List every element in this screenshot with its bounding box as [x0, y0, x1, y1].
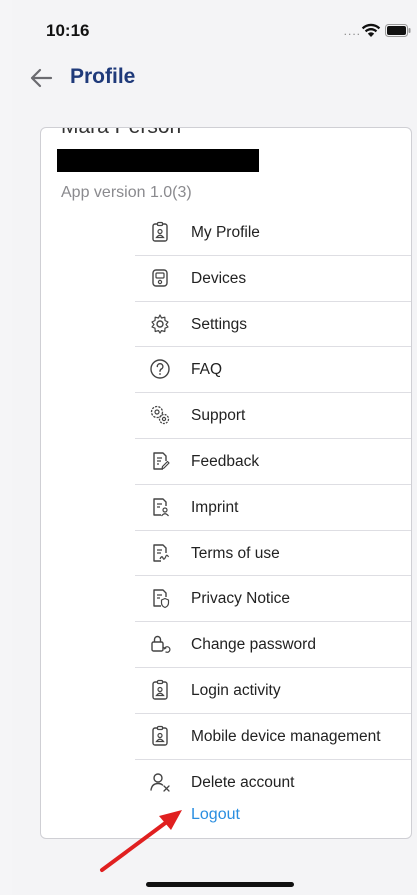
menu-item-faq[interactable]: FAQ	[135, 347, 411, 394]
profile-screen: 10:16 .... Profile Mara Person App versi…	[12, 0, 417, 895]
menu-item-my-profile[interactable]: My Profile	[135, 210, 411, 256]
menu-item-mobile-device-management[interactable]: Mobile device management	[135, 714, 411, 760]
menu-item-change-password[interactable]: Change password	[135, 622, 411, 668]
question-icon	[150, 359, 170, 380]
menu-label: Login activity	[191, 681, 281, 699]
menu-label: Support	[191, 407, 246, 425]
menu-label: Feedback	[191, 452, 260, 470]
menu-label: Terms of use	[191, 544, 280, 562]
menu-item-settings[interactable]: Settings	[135, 302, 411, 348]
menu-label: Imprint	[191, 498, 239, 516]
status-bar: 10:16 ....	[12, 0, 417, 56]
device-icon	[152, 269, 168, 287]
document-sign-icon	[153, 543, 170, 562]
menu-item-devices[interactable]: Devices	[135, 256, 411, 302]
menu-item-support[interactable]: Support	[135, 393, 411, 439]
logout-button[interactable]: Logout	[191, 806, 240, 824]
menu-label: Privacy Notice	[191, 590, 291, 608]
menu-item-delete-account[interactable]: Delete account	[135, 760, 411, 805]
menu-label: Mobile device management	[191, 727, 381, 745]
menu-item-privacy-notice[interactable]: Privacy Notice	[135, 576, 411, 623]
user-name: Mara Person	[61, 128, 181, 139]
document-shield-icon	[153, 589, 170, 609]
menu-label: Change password	[191, 636, 316, 654]
menu-label: Devices	[191, 269, 247, 287]
menu-item-login-activity[interactable]: Login activity	[135, 668, 411, 714]
document-edit-icon	[153, 452, 170, 470]
badge-icon	[152, 725, 168, 746]
menu-label: Delete account	[191, 773, 295, 791]
menu-item-imprint[interactable]: Imprint	[135, 485, 411, 531]
menu-label: Settings	[191, 315, 248, 333]
menu-label: FAQ	[191, 361, 223, 379]
redacted-email	[57, 149, 259, 172]
home-indicator	[146, 882, 294, 887]
signal-dots: ....	[343, 24, 361, 38]
document-person-icon	[153, 498, 169, 517]
arrow-left-icon[interactable]	[28, 65, 54, 91]
page-title: Profile	[70, 65, 136, 88]
app-version: App version 1.0(3)	[61, 184, 192, 201]
menu-item-terms-of-use[interactable]: Terms of use	[135, 531, 411, 577]
annotation-arrow	[100, 810, 182, 872]
gear-icon	[151, 313, 169, 334]
user-remove-icon	[150, 772, 170, 792]
support-gears-icon	[150, 406, 170, 425]
badge-icon	[152, 221, 168, 242]
menu-item-feedback[interactable]: Feedback	[135, 439, 411, 485]
menu-label: My Profile	[191, 224, 260, 241]
lock-refresh-icon	[151, 636, 171, 654]
wifi-icon	[361, 23, 381, 37]
battery-icon	[385, 24, 411, 37]
badge-icon	[152, 679, 168, 700]
nav-header: Profile	[12, 56, 417, 104]
profile-menu: My Profile Devices Settings FAQ Support …	[135, 210, 411, 804]
status-time: 10:16	[46, 21, 90, 40]
profile-card: Mara Person App version 1.0(3) My Profil…	[40, 127, 412, 839]
